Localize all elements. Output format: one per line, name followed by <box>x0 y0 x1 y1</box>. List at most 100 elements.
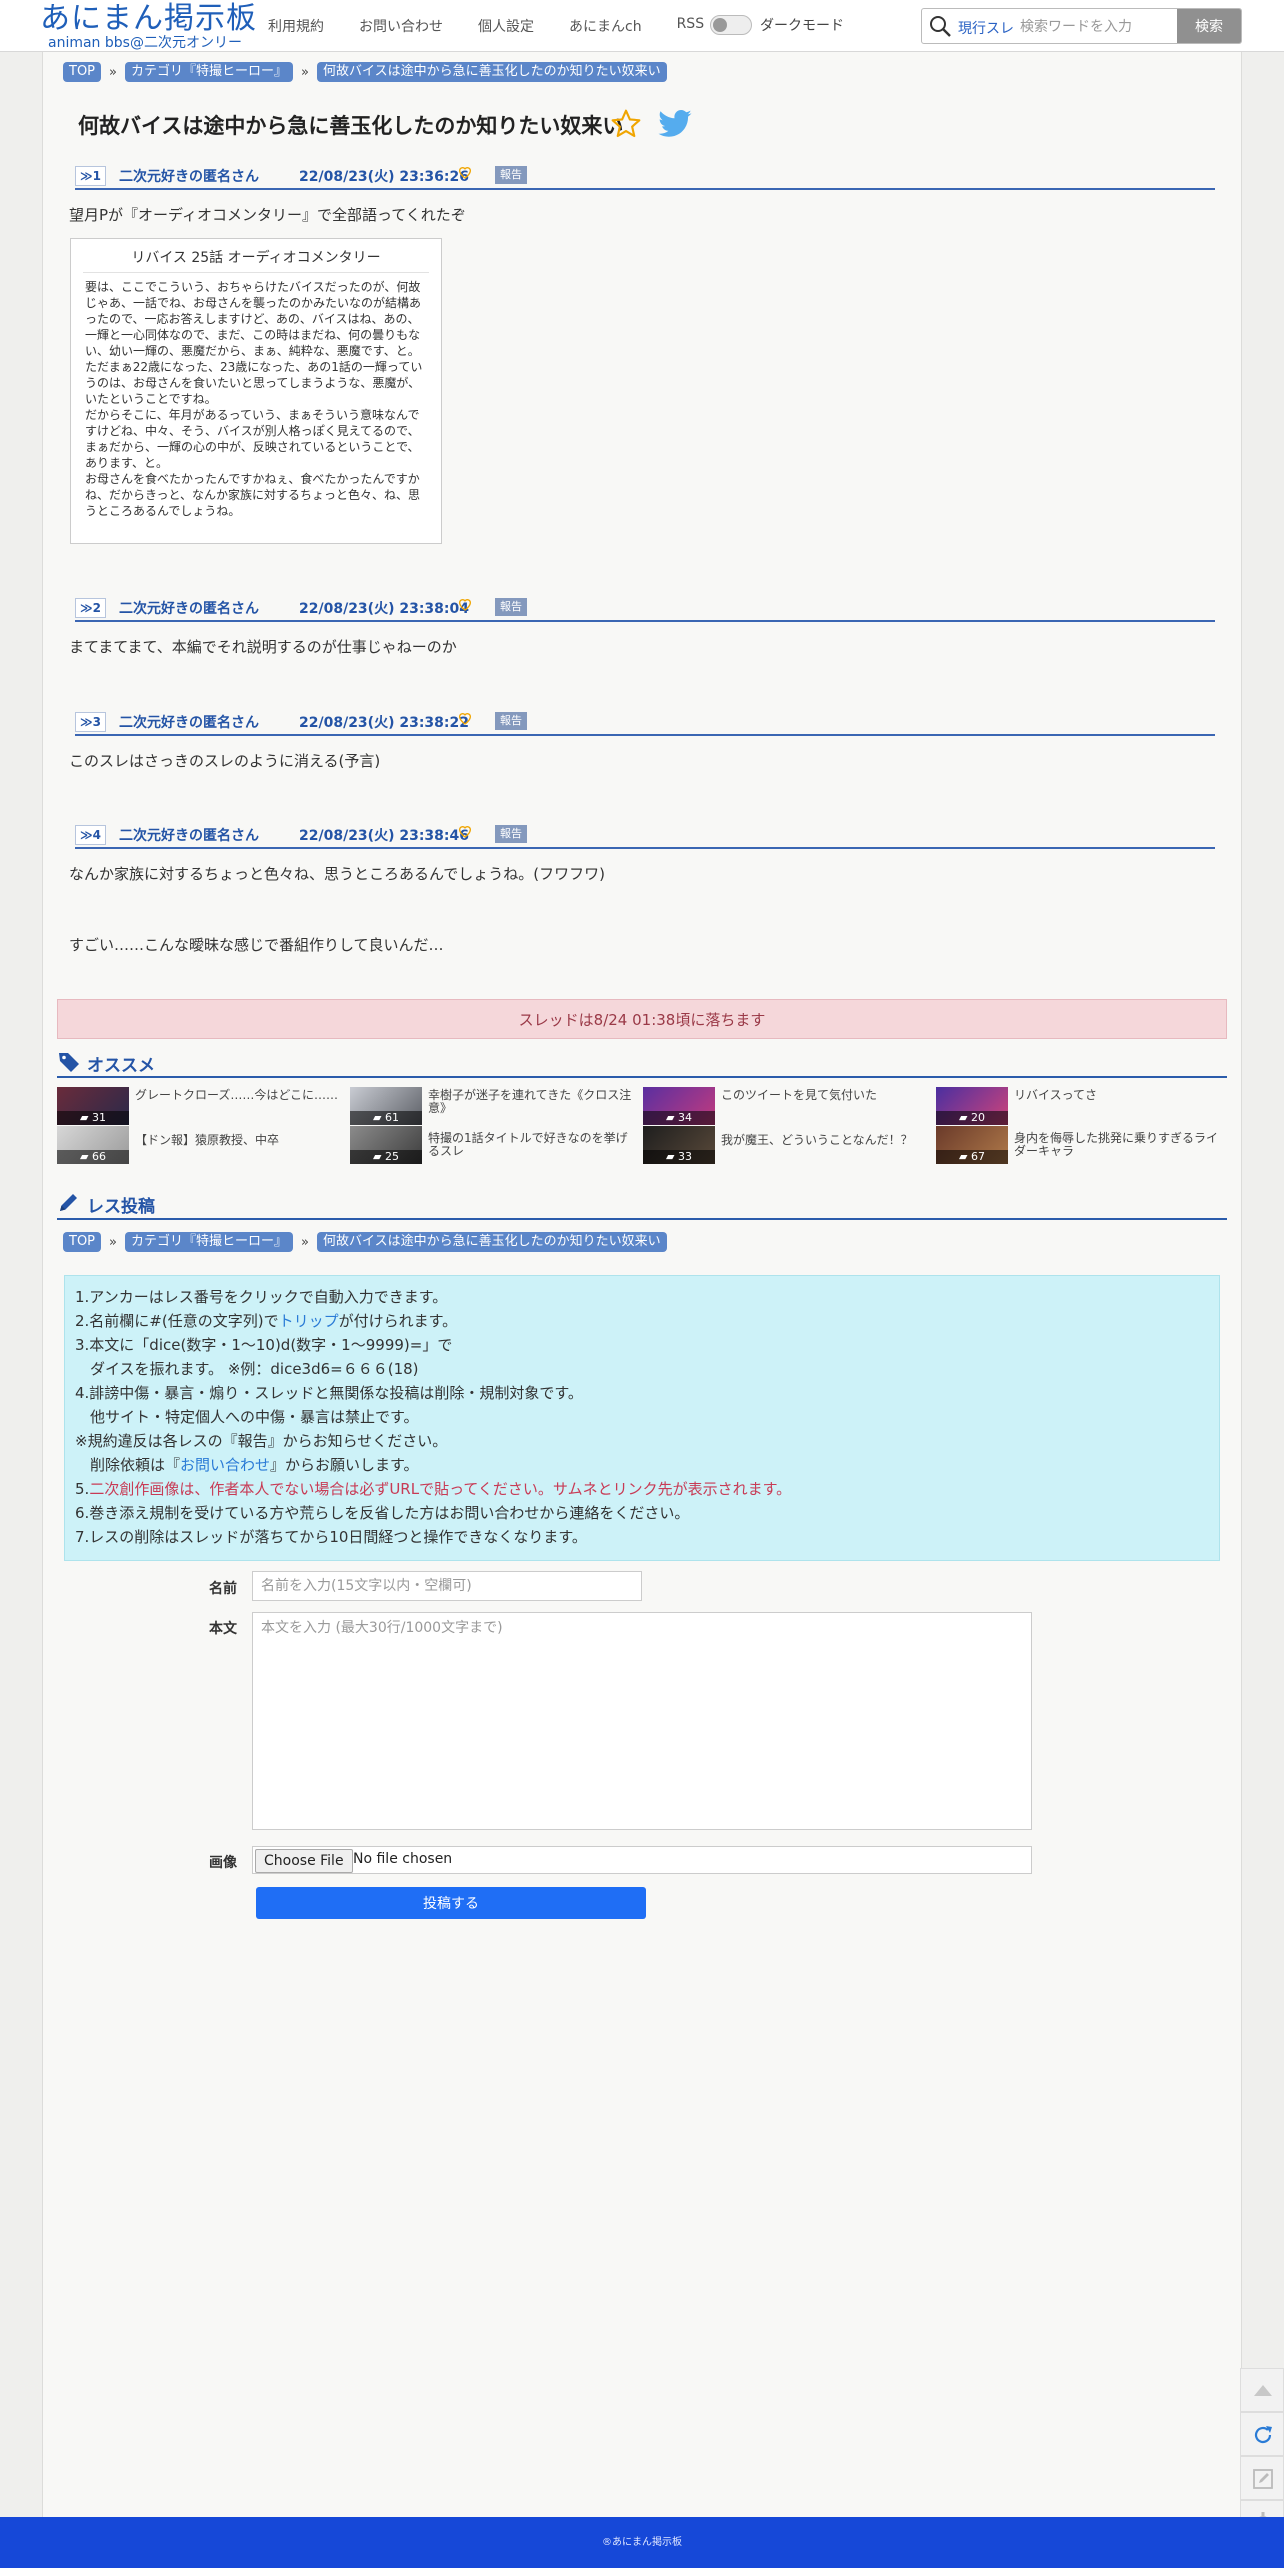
recommend-item[interactable]: ▰ 33 我が魔王、どういうことなんだ！？ <box>643 1126 936 1164</box>
breadcrumb-separator: » <box>301 64 309 80</box>
recommend-thumbnail[interactable]: ▰ 67 <box>936 1126 1008 1164</box>
breadcrumb-category[interactable]: カテゴリ『特撮ヒーロー』 <box>124 62 293 82</box>
search-input[interactable] <box>1018 13 1182 41</box>
post-date: 22/08/23(火) 23:36:26 <box>299 169 469 185</box>
post-body: なんか家族に対するちょっと色々ね、思うところあるんでしょうね。(フワフワ) <box>69 865 605 883</box>
site-logo[interactable]: あにまん掲示板 animan bbs@二次元オンリー <box>40 2 260 51</box>
dark-mode-toggle[interactable] <box>710 15 752 35</box>
recommend-thumbnail[interactable]: ▰ 33 <box>643 1126 715 1164</box>
breadcrumb-separator: » <box>301 1234 309 1250</box>
report-button[interactable]: 報告 <box>495 166 527 184</box>
recommend-item[interactable]: ▰ 20 リバイスってさ <box>936 1087 1229 1125</box>
post-header: ≫2 二次元好きの匿名さん 22/08/23(火) 23:38:04 報告 <box>75 596 1215 622</box>
recommend-item[interactable]: ▰ 34 このツイートを見て気付いた <box>643 1087 936 1125</box>
reload-button[interactable] <box>1240 2412 1284 2456</box>
nav-settings[interactable]: 個人設定 <box>478 16 534 36</box>
recommend-thumbnail[interactable]: ▰ 31 <box>57 1087 129 1125</box>
post-body: このスレはさっきのスレのように消える(予言) <box>69 752 381 770</box>
nav-animanch[interactable]: あにまんch <box>569 16 642 36</box>
breadcrumb-category[interactable]: カテゴリ『特撮ヒーロー』 <box>124 1232 293 1252</box>
heart-icon[interactable] <box>457 596 473 612</box>
heart-icon[interactable] <box>457 710 473 726</box>
rule-2: 2.名前欄に#(任意の文字列)でトリップが付けられます。 <box>75 1310 457 1331</box>
star-icon[interactable] <box>609 108 643 140</box>
name-label: 名前 <box>209 1581 237 1597</box>
post-number[interactable]: ≫2 <box>75 598 106 618</box>
post-body-line2: すごい……こんな曖昧な感じで番組作りして良いんだ… <box>69 936 444 954</box>
nav-terms[interactable]: 利用規約 <box>268 16 324 36</box>
rule-2-text: 2.名前欄に#(任意の文字列)で <box>75 1312 279 1330</box>
recommend-title[interactable]: このツイートを見て気付いた <box>721 1089 931 1102</box>
breadcrumb-top[interactable]: TOP <box>63 1232 102 1252</box>
submit-button[interactable]: 投稿する <box>256 1887 646 1919</box>
toggle-knob <box>713 18 727 32</box>
recommend-title[interactable]: 特撮の1話タイトルで好きなのを挙げるスレ <box>428 1132 638 1158</box>
heart-icon[interactable] <box>457 164 473 180</box>
rule-report: ※規約違反は各レスの『報告』からお知らせください。 <box>75 1432 448 1450</box>
post-number[interactable]: ≫3 <box>75 712 106 732</box>
recommend-item[interactable]: ▰ 67 身内を侮辱した挑発に乗りすぎるライダーキャラ <box>936 1126 1229 1164</box>
recommend-title[interactable]: 我が魔王、どういうことなんだ！？ <box>721 1134 931 1147</box>
report-button[interactable]: 報告 <box>495 712 527 730</box>
nav-rss[interactable]: RSS <box>677 16 705 36</box>
rule-7: 7.レスの削除はスレッドが落ちてから10日間経つと操作できなくなります。 <box>75 1528 587 1546</box>
breadcrumb-separator: » <box>109 1234 117 1250</box>
recommend-thumbnail[interactable]: ▰ 61 <box>350 1087 422 1125</box>
name-input[interactable] <box>252 1571 642 1601</box>
post-date: 22/08/23(火) 23:38:22 <box>299 715 469 731</box>
reply-count: ▰ 33 <box>643 1150 715 1164</box>
post-number[interactable]: ≫4 <box>75 825 106 845</box>
breadcrumb-top[interactable]: TOP <box>63 62 102 82</box>
thread-title: 何故バイスは途中から急に善玉化したのか知りたい奴来い <box>78 114 624 138</box>
rule-4-sub: 他サイト・特定個人への中傷・暴言は禁止です。 <box>75 1408 419 1426</box>
breadcrumb-separator: » <box>109 64 117 80</box>
post-number[interactable]: ≫1 <box>75 166 106 186</box>
search-box: 現行スレ 検索 <box>921 8 1242 44</box>
recommend-title[interactable]: 【ドン報】猿原教授、中卒 <box>135 1134 345 1147</box>
recommend-thumbnail[interactable]: ▰ 25 <box>350 1126 422 1164</box>
edit-icon <box>1253 2469 1273 2489</box>
nav-contact[interactable]: お問い合わせ <box>359 16 443 36</box>
rule-delete-text: 削除依頼は『 <box>75 1456 181 1474</box>
quote-text: 要は、ここでこういう、おちゃらけたバイスだったのが、何故じゃあ、一話でね、お母さ… <box>85 280 423 518</box>
recommend-thumbnail[interactable]: ▰ 66 <box>57 1126 129 1164</box>
body-textarea[interactable] <box>252 1612 1032 1830</box>
logo-sub-text[interactable]: animan bbs@二次元オンリー <box>48 36 260 50</box>
reply-count: ▰ 20 <box>936 1111 1008 1125</box>
dark-mode-control[interactable]: ダークモード <box>710 15 844 35</box>
tag-icon <box>59 1053 79 1072</box>
search-button[interactable]: 検索 <box>1177 9 1241 43</box>
image-file-input[interactable]: Choose File No file chosen <box>252 1846 1032 1874</box>
post-body: まてまてまて、本編でそれ説明するのが仕事じゃねーのか <box>69 638 457 656</box>
recommend-title[interactable]: リバイスってさ <box>1014 1089 1224 1102</box>
post-header: ≫1 二次元好きの匿名さん 22/08/23(火) 23:36:26 報告 <box>75 164 1215 190</box>
recommend-item[interactable]: ▰ 66 【ドン報】猿原教授、中卒 <box>57 1126 350 1164</box>
choose-file-button[interactable]: Choose File <box>255 1849 353 1873</box>
recommend-title[interactable]: グレートクローズ……今はどこに…… <box>135 1089 345 1102</box>
recommend-thumbnail[interactable]: ▰ 34 <box>643 1087 715 1125</box>
recommend-title[interactable]: 身内を侮辱した挑発に乗りすぎるライダーキャラ <box>1014 1132 1224 1158</box>
rule-5-num: 5. <box>75 1480 90 1498</box>
recommend-item[interactable]: ▰ 31 グレートクローズ……今はどこに…… <box>57 1087 350 1125</box>
contact-link[interactable]: お問い合わせ <box>180 1456 270 1474</box>
site-footer: ®あにまん掲示板 <box>0 2517 1284 2568</box>
trip-link[interactable]: トリップ <box>279 1312 339 1330</box>
arrow-up-icon <box>1254 2385 1272 2396</box>
write-button[interactable] <box>1240 2456 1284 2500</box>
recommend-item[interactable]: ▰ 25 特撮の1話タイトルで好きなのを挙げるスレ <box>350 1126 643 1164</box>
twitter-icon[interactable] <box>657 110 693 140</box>
post-author: 二次元好きの匿名さん <box>119 601 259 617</box>
rule-6: 6.巻き添え規制を受けている方や荒らしを反省した方はお問い合わせから連絡をくださ… <box>75 1504 690 1522</box>
recommend-title[interactable]: 幸樹子が迷子を連れてきた《クロス注意》 <box>428 1089 638 1115</box>
report-button[interactable]: 報告 <box>495 825 527 843</box>
reply-count: ▰ 31 <box>57 1111 129 1125</box>
scroll-top-button[interactable] <box>1240 2368 1284 2412</box>
recommend-thumbnail[interactable]: ▰ 20 <box>936 1087 1008 1125</box>
breadcrumb-thread[interactable]: 何故バイスは途中から急に善玉化したのか知りたい奴来い <box>316 1232 667 1252</box>
breadcrumb-thread[interactable]: 何故バイスは途中から急に善玉化したのか知りたい奴来い <box>316 62 667 82</box>
logo-main-text[interactable]: あにまん掲示板 <box>40 2 260 36</box>
heart-icon[interactable] <box>457 823 473 839</box>
report-button[interactable]: 報告 <box>495 598 527 616</box>
recommend-item[interactable]: ▰ 61 幸樹子が迷子を連れてきた《クロス注意》 <box>350 1087 643 1125</box>
search-scope[interactable]: 現行スレ <box>958 18 1014 38</box>
